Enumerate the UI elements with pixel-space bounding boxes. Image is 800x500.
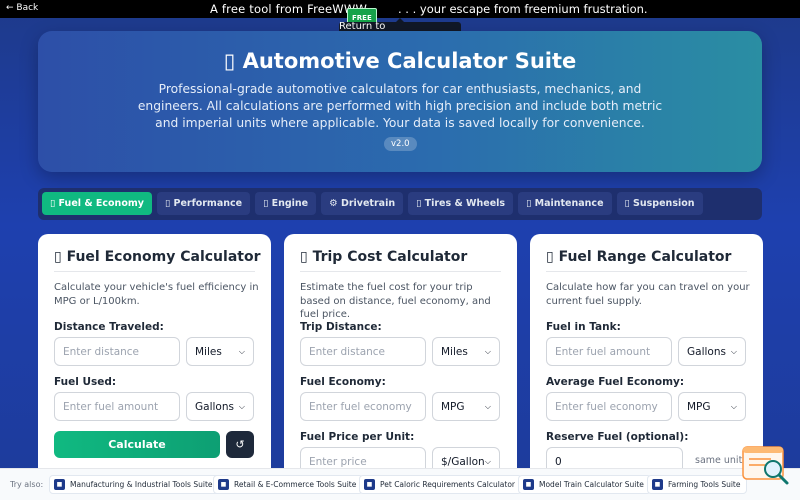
tab-maintenance[interactable]: ▯ Maintenance <box>518 192 612 215</box>
back-link[interactable]: ← Back <box>6 3 38 13</box>
tool-icon: ■ <box>652 479 663 490</box>
related-tool-link[interactable]: ■ Farming Tools Suite <box>647 475 748 494</box>
link-label: Model Train Calculator Suite <box>539 480 644 489</box>
related-tool-link[interactable]: ■ Model Train Calculator Suite <box>518 475 651 494</box>
selected-value: Gallons <box>687 345 726 358</box>
fuel-economy-input[interactable] <box>300 392 426 421</box>
fuel-unit-select[interactable]: Gallons ⌵ <box>186 392 254 421</box>
hero-header: ▯ Automotive Calculator Suite Profession… <box>38 31 762 172</box>
tool-icon: ■ <box>218 479 229 490</box>
tab-suspension[interactable]: ▯ Suspension <box>616 192 703 215</box>
tab-engine[interactable]: ▯ Engine <box>255 192 317 215</box>
card-title: ▯ Trip Cost Calculator <box>300 249 501 272</box>
calculate-button[interactable]: Calculate <box>54 431 220 458</box>
top-banner: ← Back A free tool from FreeWWW FREE . .… <box>0 0 800 27</box>
related-tool-link[interactable]: ■ Manufacturing & Industrial Tools Suite <box>49 475 220 494</box>
fuel-tank-unit-select[interactable]: Gallons ⌵ <box>678 337 746 366</box>
chevron-down-icon: ⌵ <box>730 346 737 356</box>
chevron-down-icon: ⌵ <box>238 346 245 356</box>
avg-economy-unit-select[interactable]: MPG ⌵ <box>678 392 746 421</box>
fuel-economy-card: ▯ Fuel Economy Calculator Calculate your… <box>38 234 271 500</box>
chevron-down-icon: ⌵ <box>484 346 491 356</box>
tool-icon: ■ <box>523 479 534 490</box>
selected-value: Miles <box>441 345 468 358</box>
try-also-label: Try also: <box>10 480 44 489</box>
chevron-down-icon: ⌵ <box>238 401 245 411</box>
tab-fuel-economy[interactable]: ▯ Fuel & Economy <box>42 192 152 215</box>
related-tool-link[interactable]: ■ Pet Caloric Requirements Calculator <box>359 475 522 494</box>
selected-value: MPG <box>441 400 465 413</box>
fuel-economy-unit-select[interactable]: MPG ⌵ <box>432 392 500 421</box>
fuel-used-input[interactable] <box>54 392 180 421</box>
same-unit-note: same unit <box>695 455 743 466</box>
banner-tagline: . . . your escape from freemium frustrat… <box>398 2 648 16</box>
chevron-down-icon: ⌵ <box>484 401 491 411</box>
try-also-bar: Try also: ■ Manufacturing & Industrial T… <box>0 468 800 500</box>
fuel-range-card: ▯ Fuel Range Calculator Calculate how fa… <box>530 234 763 500</box>
tab-tires-wheels[interactable]: ▯ Tires & Wheels <box>408 192 514 215</box>
tool-icon: ■ <box>54 479 65 490</box>
hero-description: Professional-grade automotive calculator… <box>137 82 663 130</box>
category-tabs: ▯ Fuel & Economy ▯ Performance ▯ Engine … <box>38 188 762 220</box>
selected-value: Gallons <box>195 400 234 413</box>
search-widget-icon[interactable] <box>741 445 791 487</box>
trip-cost-card: ▯ Trip Cost Calculator Estimate the fuel… <box>284 234 517 500</box>
selected-value: MPG <box>687 400 711 413</box>
avg-fuel-economy-label: Average Fuel Economy: <box>546 376 685 388</box>
selected-value: $/Gallon <box>441 455 485 468</box>
tool-icon: ■ <box>364 479 375 490</box>
version-badge: v2.0 <box>384 137 417 151</box>
card-description: Estimate the fuel cost for your trip bas… <box>300 282 491 320</box>
card-description: Calculate how far you can travel on your… <box>546 282 750 307</box>
link-label: Farming Tools Suite <box>668 480 741 489</box>
fuel-in-tank-input[interactable] <box>546 337 672 366</box>
distance-label: Distance Traveled: <box>54 321 164 333</box>
page-title: ▯ Automotive Calculator Suite <box>223 49 577 73</box>
chevron-down-icon: ⌵ <box>730 401 737 411</box>
card-title: ▯ Fuel Range Calculator <box>546 249 747 272</box>
fuel-in-tank-label: Fuel in Tank: <box>546 321 621 333</box>
card-description: Calculate your vehicle's fuel efficiency… <box>54 282 259 307</box>
link-label: Pet Caloric Requirements Calculator <box>380 480 515 489</box>
avg-fuel-economy-input[interactable] <box>546 392 672 421</box>
trip-distance-unit-select[interactable]: Miles ⌵ <box>432 337 500 366</box>
related-tool-link[interactable]: ■ Retail & E-Commerce Tools Suite <box>213 475 364 494</box>
selected-value: Miles <box>195 345 222 358</box>
distance-unit-select[interactable]: Miles ⌵ <box>186 337 254 366</box>
fuel-economy-label: Fuel Economy: <box>300 376 386 388</box>
reset-button[interactable]: ↺ <box>226 431 254 458</box>
tab-performance[interactable]: ▯ Performance <box>156 192 251 215</box>
distance-input[interactable] <box>54 337 180 366</box>
trip-distance-input[interactable] <box>300 337 426 366</box>
link-label: Manufacturing & Industrial Tools Suite <box>70 480 213 489</box>
freewww-logo[interactable]: FREE <box>347 2 387 27</box>
fuel-used-label: Fuel Used: <box>54 376 117 388</box>
trip-distance-label: Trip Distance: <box>300 321 382 333</box>
fuel-price-label: Fuel Price per Unit: <box>300 431 415 443</box>
card-title: ▯ Fuel Economy Calculator <box>54 249 260 272</box>
tab-drivetrain[interactable]: ⚙ Drivetrain <box>321 192 404 215</box>
banner-text: A free tool from FreeWWW <box>210 2 368 16</box>
chevron-down-icon: ⌵ <box>484 456 491 466</box>
reserve-fuel-label: Reserve Fuel (optional): <box>546 431 689 443</box>
link-label: Retail & E-Commerce Tools Suite <box>234 480 357 489</box>
